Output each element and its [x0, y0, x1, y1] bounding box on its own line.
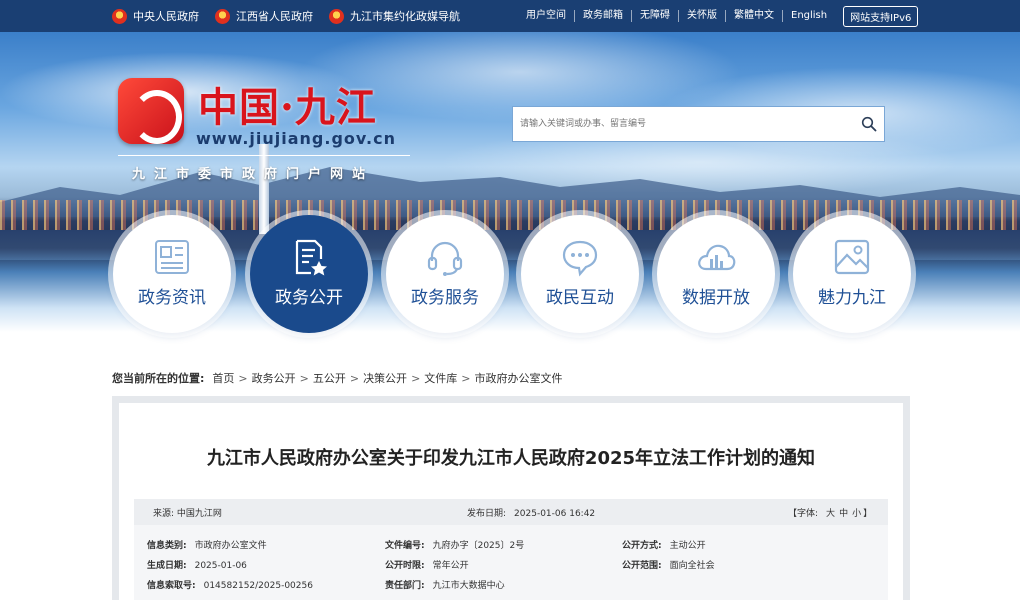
article-title: 九江市人民政府办公室关于印发九江市人民政府2025年立法工作计划的通知	[206, 448, 816, 469]
nav-label: 魅力九江	[818, 288, 886, 308]
info-date-value: 2025-01-06	[194, 561, 247, 571]
info-docno: 文件编号: 九府办字〔2025〕2号	[385, 538, 524, 551]
accessibility-link[interactable]: 无障碍	[632, 10, 679, 22]
english-link[interactable]: English	[783, 10, 835, 22]
article-source: 来源: 中国九江网	[153, 509, 222, 519]
tower-landmark	[259, 144, 269, 234]
font-size-switcher: 【字体: 大中小】	[788, 506, 872, 519]
info-period: 公开时限: 常年公开	[385, 558, 469, 571]
publish-date-value: 2025-01-06 16:42	[514, 509, 596, 519]
article-meta-bar: 来源: 中国九江网 发布日期: 2025-01-06 16:42 【字体: 大中小】	[134, 499, 888, 525]
document-star-icon	[295, 239, 327, 276]
info-date: 生成日期: 2025-01-06	[147, 558, 247, 571]
ipv6-badge[interactable]: 网站支持IPv6	[843, 5, 919, 27]
picture-icon	[834, 239, 870, 275]
nav-label: 政务资讯	[138, 288, 206, 308]
top-bar: 中央人民政府 江西省人民政府 九江市集约化政媒导航 用户空间 政务邮箱 无障碍 …	[0, 0, 1020, 32]
chat-bubble-icon	[562, 240, 598, 277]
breadcrumb-file-library[interactable]: 文件库	[424, 370, 457, 386]
font-size-small[interactable]: 小	[852, 509, 861, 519]
font-size-end: 】	[863, 509, 873, 519]
user-space-link[interactable]: 用户空间	[518, 10, 575, 22]
info-index: 信息索取号: 014582152/2025-00256	[147, 578, 313, 591]
info-period-label: 公开时限:	[385, 561, 425, 571]
breadcrumb-separator: >	[461, 371, 471, 385]
care-mode-link[interactable]: 关怀版	[679, 10, 726, 22]
breadcrumb-gov-open[interactable]: 政务公开	[252, 370, 296, 386]
breadcrumb-label: 您当前所在的位置:	[112, 372, 205, 385]
font-size-large[interactable]: 大	[826, 509, 835, 519]
nav-news[interactable]: 政务资讯	[113, 215, 231, 333]
info-method: 公开方式: 主动公开	[622, 538, 706, 551]
media-nav-link[interactable]: 九江市集约化政媒导航	[329, 8, 460, 24]
site-subtitle: 九江市委市政府门户网站	[132, 167, 375, 182]
font-size-medium[interactable]: 中	[839, 509, 848, 519]
info-index-label: 信息索取号:	[147, 581, 196, 591]
headset-icon	[427, 241, 463, 276]
search-input[interactable]	[513, 109, 854, 139]
publish-date: 发布日期: 2025-01-06 16:42	[467, 506, 595, 519]
breadcrumb-office-files[interactable]: 市政府办公室文件	[475, 370, 563, 386]
traditional-chinese-link[interactable]: 繁體中文	[726, 10, 783, 22]
info-method-value: 主动公开	[669, 541, 706, 551]
nav-label: 政务服务	[411, 288, 479, 308]
info-dept: 责任部门: 九江市大数据中心	[385, 578, 505, 591]
article-info-table: 信息类别: 市政府办公室文件 文件编号: 九府办字〔2025〕2号 公开方式: 主动公…	[134, 525, 888, 600]
utility-links: 用户空间 政务邮箱 无障碍 关怀版 繁體中文 English 网站支持IPv6	[518, 0, 919, 32]
info-category-label: 信息类别:	[147, 541, 187, 551]
info-dept-label: 责任部门:	[385, 581, 425, 591]
gov-email-link[interactable]: 政务邮箱	[575, 10, 632, 22]
nav-gov-open[interactable]: 政务公开	[250, 215, 368, 333]
info-dept-value: 九江市大数据中心	[432, 581, 505, 591]
breadcrumb-separator: >	[299, 371, 309, 385]
info-date-label: 生成日期:	[147, 561, 187, 571]
city-logo-icon[interactable]	[118, 78, 184, 144]
info-docno-value: 九府办字〔2025〕2号	[432, 541, 525, 551]
breadcrumb-decision-open[interactable]: 决策公开	[363, 370, 407, 386]
nav-gov-service[interactable]: 政务服务	[386, 215, 504, 333]
publish-date-label: 发布日期:	[467, 509, 507, 519]
info-scope-value: 面向全社会	[669, 561, 715, 571]
info-scope: 公开范围: 面向全社会	[622, 558, 715, 571]
font-size-label: 【字体:	[788, 509, 819, 519]
nav-label: 政民互动	[546, 288, 614, 308]
jiangxi-gov-link[interactable]: 江西省人民政府	[215, 8, 313, 24]
info-scope-label: 公开范围:	[622, 561, 662, 571]
central-gov-link[interactable]: 中央人民政府	[112, 8, 199, 24]
nav-label: 数据开放	[682, 288, 750, 308]
breadcrumb-separator: >	[349, 371, 360, 385]
logo-divider	[118, 155, 410, 156]
search-button[interactable]	[854, 109, 884, 139]
national-emblem-icon	[112, 8, 127, 24]
info-docno-label: 文件编号:	[385, 541, 425, 551]
article-panel: 九江市人民政府办公室关于印发九江市人民政府2025年立法工作计划的通知 来源: …	[112, 396, 910, 600]
nav-open-data[interactable]: 数据开放	[657, 215, 775, 333]
site-url: www.jiujiang.gov.cn	[196, 129, 396, 148]
gov-links: 中央人民政府 江西省人民政府 九江市集约化政媒导航	[112, 0, 476, 32]
breadcrumb: 您当前所在的位置: 首页 > 政务公开 > 五公开 > 决策公开 > 文件库 >…	[112, 370, 563, 386]
national-emblem-icon	[329, 8, 344, 24]
nav-charm-jiujiang[interactable]: 魅力九江	[793, 215, 911, 333]
nav-interaction[interactable]: 政民互动	[521, 215, 639, 333]
site-title[interactable]: 中国·九江	[198, 75, 377, 133]
breadcrumb-separator: >	[238, 371, 248, 385]
breadcrumb-separator: >	[411, 371, 421, 385]
national-emblem-icon	[215, 8, 230, 24]
news-icon	[155, 240, 189, 274]
info-method-label: 公开方式:	[622, 541, 662, 551]
info-period-value: 常年公开	[432, 561, 469, 571]
search-box	[512, 106, 885, 142]
info-index-value: 014582152/2025-00256	[203, 581, 313, 591]
nav-label: 政务公开	[275, 288, 343, 308]
search-icon	[861, 116, 877, 132]
info-category: 信息类别: 市政府办公室文件	[147, 538, 267, 551]
cloud-chart-icon	[698, 244, 736, 271]
breadcrumb-home[interactable]: 首页	[212, 370, 234, 386]
breadcrumb-five-open[interactable]: 五公开	[313, 370, 346, 386]
info-category-value: 市政府办公室文件	[194, 541, 267, 551]
